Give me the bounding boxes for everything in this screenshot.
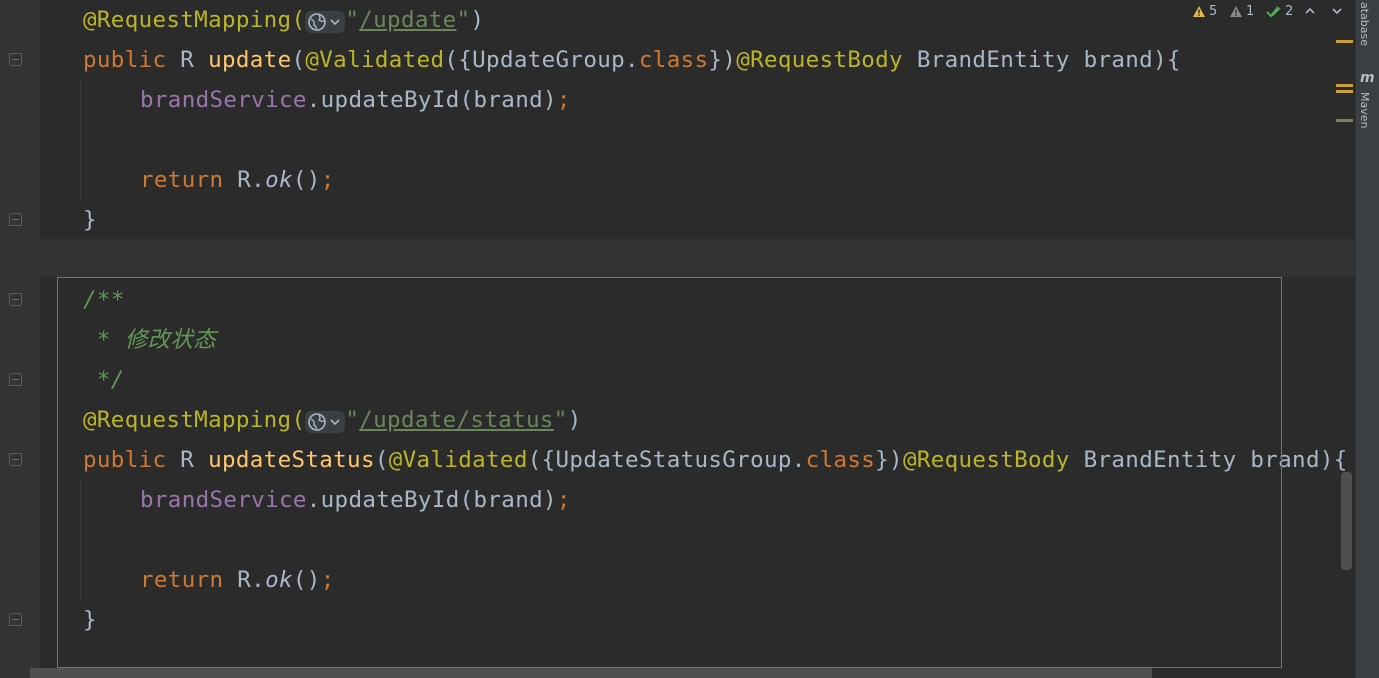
indent-guide [80,480,81,600]
code-line[interactable]: brandService.updateById(brand); [140,80,571,120]
code-line[interactable]: } [83,200,97,240]
scrollbar-warning-marker[interactable] [1336,40,1353,43]
horizontal-scrollbar-thumb[interactable] [30,668,1152,678]
scrollbar-warning-marker[interactable] [1336,90,1353,93]
code-line[interactable]: brandService.updateById(brand); [140,480,571,520]
doc-comment-open[interactable]: /** [83,280,125,320]
indent-guide [80,80,81,200]
code-line[interactable]: @RequestMapping("/update") [83,0,484,40]
fold-method-update-icon[interactable] [9,53,22,66]
fold-comment-icon[interactable] [9,293,22,306]
inspection-warnings[interactable]: 5 [1192,2,1217,20]
inspection-weak-warnings[interactable]: 1 [1229,2,1254,20]
right-tool-window-bar: atabase m Maven [1355,0,1379,678]
weak-warning-icon [1230,5,1242,17]
editor-gutter[interactable] [0,0,40,678]
annotation-request-mapping: @RequestMapping( [83,7,306,33]
code-line[interactable]: return R.ok(); [140,560,335,600]
chevron-up-icon [1305,7,1315,14]
database-tool-tab[interactable]: atabase [1358,2,1371,46]
maven-icon: m [1360,70,1375,86]
code-line[interactable]: public R update(@Validated({UpdateGroup.… [83,40,1181,80]
method-name-update-status: updateStatus [208,447,375,473]
doc-comment-close[interactable]: */ [83,360,125,400]
endpoint-inlay[interactable] [305,407,346,433]
method-name-update: update [208,47,292,73]
inspection-typos[interactable]: 2 [1266,2,1293,20]
double-check-icon [1266,5,1281,18]
chevron-down-icon [1332,8,1342,15]
next-highlight-button[interactable] [1331,2,1343,20]
scrollbar-warning-marker[interactable] [1336,84,1353,87]
code-line[interactable]: return R.ok(); [140,160,335,200]
code-line[interactable]: } [83,600,97,640]
endpoint-inlay[interactable] [305,7,346,33]
warning-icon [1193,5,1205,17]
code-line[interactable]: public R updateStatus(@Validated({Update… [83,440,1348,480]
code-line[interactable]: @RequestMapping("/update/status") [83,400,582,440]
fold-method-update-status-icon[interactable] [9,453,22,466]
annotation-request-mapping: @RequestMapping( [83,407,306,433]
fold-end-update-icon[interactable] [9,213,22,226]
vertical-scrollbar-thumb[interactable] [1341,472,1352,570]
fold-end-comment-icon[interactable] [9,373,22,386]
endpoint-path-link[interactable]: /update/status [359,407,554,433]
fold-end-update-status-icon[interactable] [9,613,22,626]
previous-highlight-button[interactable] [1304,2,1316,20]
maven-tool-tab[interactable]: Maven [1358,92,1371,128]
caret-line-highlight [40,239,1355,277]
scrollbar-typo-marker[interactable] [1336,119,1353,122]
endpoint-path-link[interactable]: /update [359,7,456,33]
doc-comment-text[interactable]: * 修改状态 [83,320,216,360]
code-editor[interactable]: @RequestMapping("/update") public R upda… [0,0,1355,678]
